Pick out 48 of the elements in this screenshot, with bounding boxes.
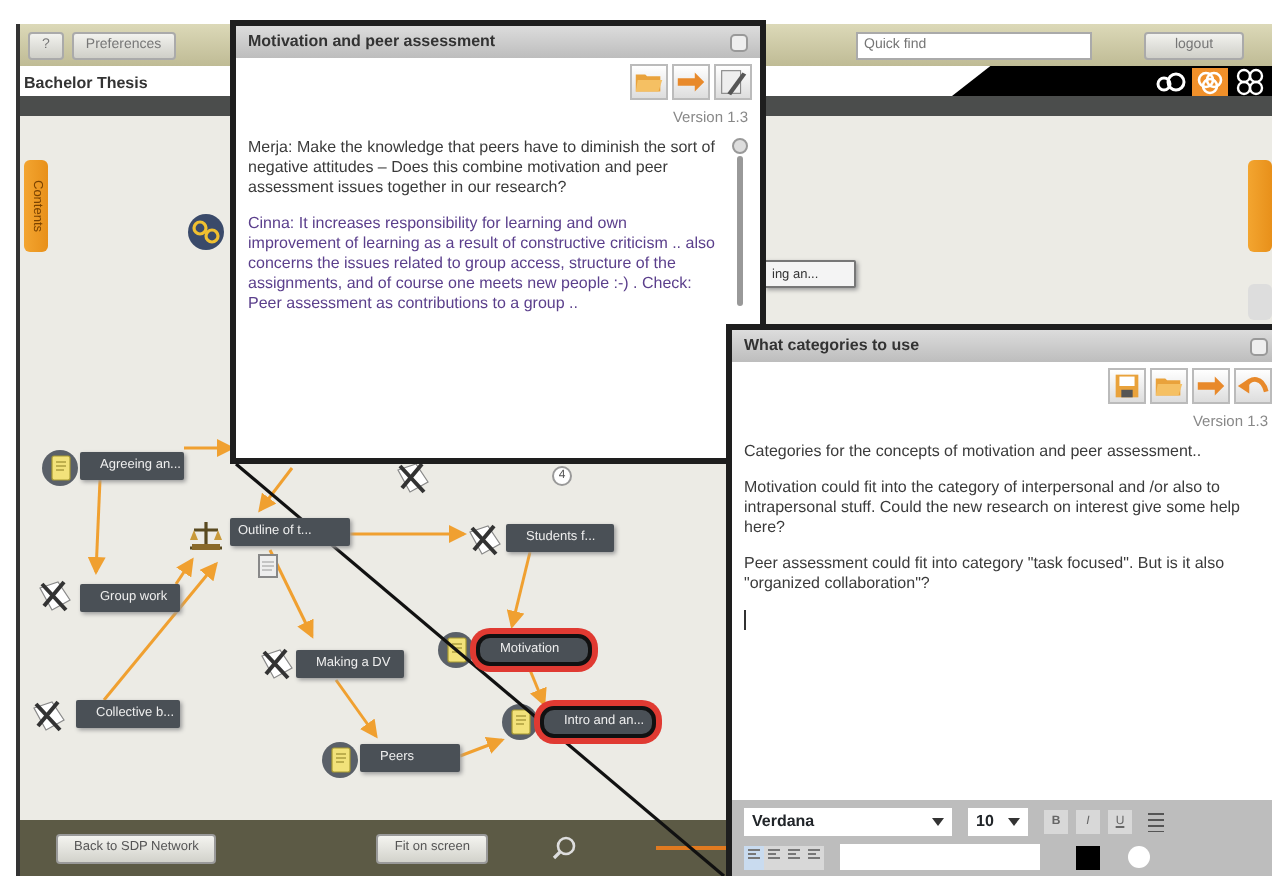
pencil-icon: [716, 64, 750, 100]
forward-button[interactable]: [1192, 368, 1230, 404]
font-select[interactable]: Verdana: [744, 808, 952, 836]
note-paragraph: Motivation could fit into the category of interpersonal and /or also to intrapersonal stuff. Could the new research on interest give some help here?: [744, 478, 1242, 539]
linked-view-button[interactable]: [1192, 67, 1228, 95]
note-icon[interactable]: [436, 630, 476, 670]
justify-button[interactable]: [804, 845, 824, 869]
link-field[interactable]: [840, 844, 1040, 870]
color-swatch[interactable]: [1076, 845, 1100, 869]
arrow: [268, 549, 314, 639]
rings-icon[interactable]: [186, 212, 226, 252]
align-center-button[interactable]: [764, 845, 784, 869]
list-icon[interactable]: [1148, 812, 1164, 832]
window-title: Motivation and peer assessment: [248, 30, 496, 54]
tools-icon[interactable]: [256, 644, 296, 684]
arrow: [258, 467, 294, 513]
save-button[interactable]: [1108, 368, 1146, 404]
arrow: [506, 551, 532, 629]
size-select[interactable]: 10: [968, 808, 1028, 836]
align-icon: [788, 848, 800, 861]
document-icon: [258, 554, 278, 578]
edit-button[interactable]: [714, 64, 752, 100]
arrow: [459, 736, 505, 758]
align-left-button[interactable]: [744, 845, 764, 869]
rings-view-button[interactable]: [1152, 67, 1188, 95]
note-paragraph: Peer assessment could fit into category "task focused". But is it also "organized collaboration"?: [744, 554, 1227, 595]
font-name: Verdana: [752, 810, 815, 834]
highlight-swatch[interactable]: [1128, 846, 1150, 868]
note-paragraph: Categories for the concepts of motivation and peer assessment..: [744, 442, 1204, 463]
window-title: What categories to use: [744, 334, 920, 358]
undo-button[interactable]: [1234, 368, 1272, 404]
note-icon[interactable]: [500, 702, 540, 742]
font-size-value: 10: [976, 810, 994, 834]
tools-icon[interactable]: [28, 696, 68, 736]
align-icon: [768, 848, 780, 861]
note-paragraph: Merja: Make the knowledge that peers have to diminish the sort of negative attitudes – Does this combine motivation and peer assessment issues together in our research?: [248, 138, 716, 199]
arrow: [334, 679, 378, 739]
arrow: [528, 669, 547, 707]
align-icon: [748, 848, 760, 861]
zoom-icon[interactable]: [551, 836, 576, 860]
grid-view-button[interactable]: [1232, 67, 1268, 95]
arrow: [184, 439, 235, 457]
tools-icon[interactable]: [34, 576, 74, 616]
tools-icon[interactable]: [464, 520, 504, 560]
text-cursor: [744, 610, 746, 631]
note-paragraph: Cinna: It increases responsibility for learning and own improvement of learning as a result of constructive criticism .. also concerns the issues related to group access, structure of the assignments, and of course one meets new people :-) . Check: Peer assessment as contributions to a group ..: [248, 214, 716, 315]
align-icon: [808, 848, 820, 861]
scrollbar[interactable]: [732, 138, 748, 307]
